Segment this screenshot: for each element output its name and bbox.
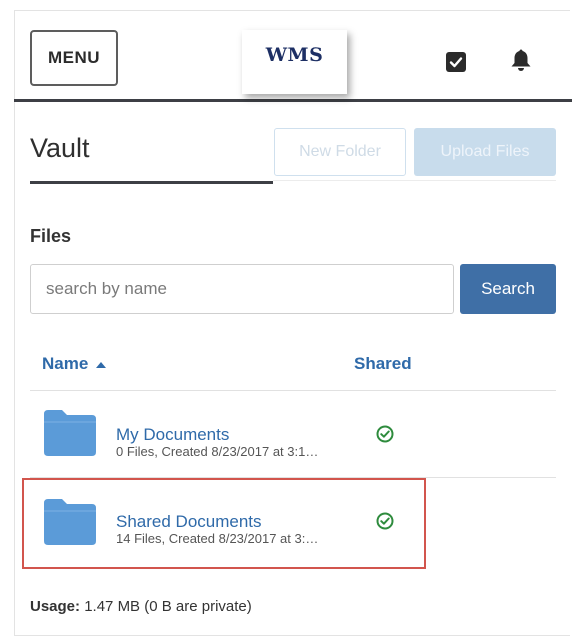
shared-check-icon <box>376 425 394 443</box>
upload-files-button[interactable]: Upload Files <box>414 128 556 176</box>
files-heading: Files <box>30 226 72 246</box>
title-underline <box>30 181 273 184</box>
file-meta: 0 Files, Created 8/23/2017 at 3:1… <box>116 444 319 459</box>
header-divider <box>30 390 556 391</box>
search-button[interactable]: Search <box>460 264 556 314</box>
folder-icon <box>44 410 96 456</box>
table-row[interactable]: My Documents 0 Files, Created 8/23/2017 … <box>30 392 556 477</box>
usage-summary: Usage: 1.47 MB (0 B are private) <box>30 598 252 615</box>
usage-label: Usage: <box>30 598 81 615</box>
file-name-link[interactable]: My Documents <box>116 425 229 445</box>
top-bar: MENU WMS <box>14 10 572 102</box>
name-column-label: Name <box>42 354 89 373</box>
menu-button[interactable]: MENU <box>30 30 118 86</box>
shared-column-header[interactable]: Shared <box>354 354 412 374</box>
new-folder-button[interactable]: New Folder <box>274 128 406 176</box>
usage-value: 1.47 MB (0 B are private) <box>84 598 252 615</box>
search-input[interactable] <box>30 264 454 314</box>
bell-icon[interactable] <box>510 48 532 72</box>
highlight-box <box>22 478 426 569</box>
checkbox-icon[interactable] <box>446 52 466 72</box>
name-column-header[interactable]: Name <box>42 354 107 374</box>
sort-ascending-icon[interactable] <box>96 362 107 368</box>
page-title: Vault <box>30 133 90 163</box>
divider <box>273 180 556 181</box>
wms-logo: WMS <box>242 30 347 94</box>
